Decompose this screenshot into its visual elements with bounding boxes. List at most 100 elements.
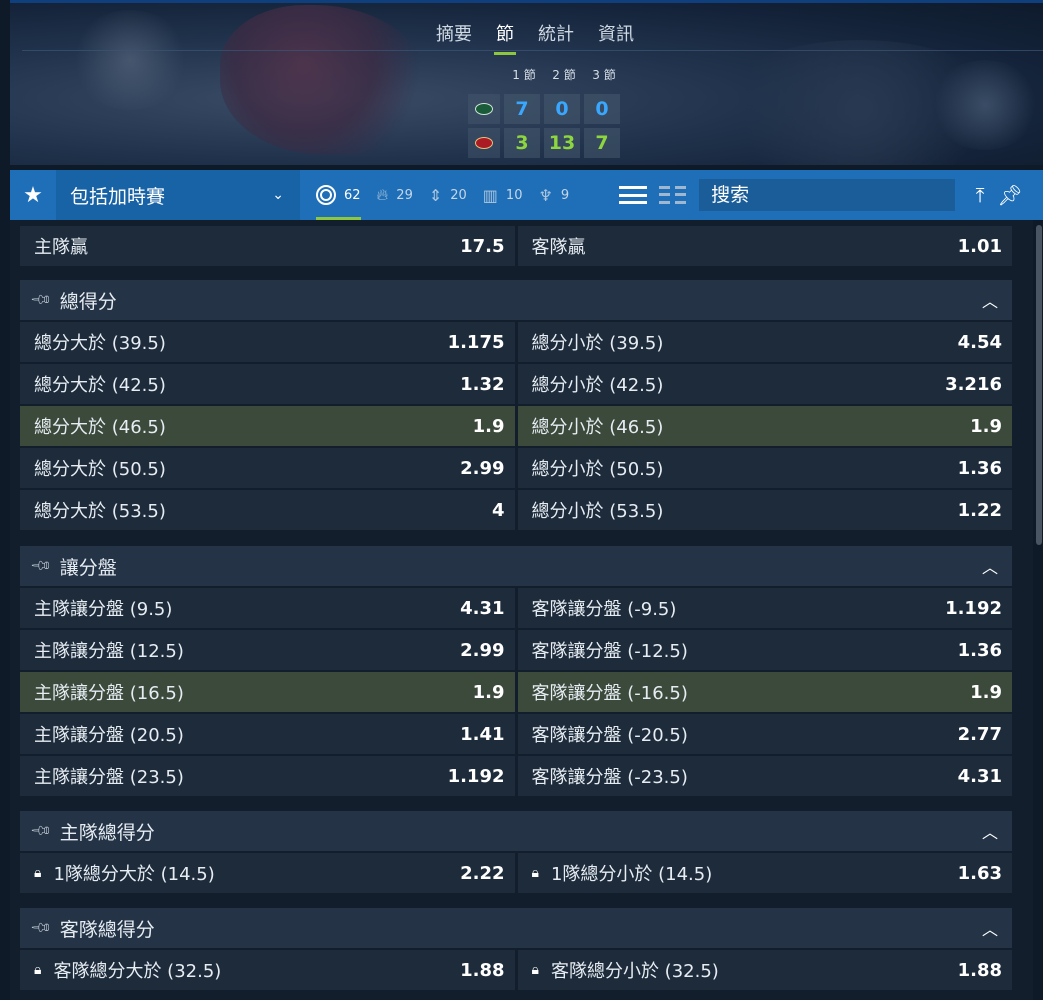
- updown-icon: ⇕: [428, 185, 443, 205]
- tab-special-markets[interactable]: ♆ 9: [538, 170, 569, 220]
- 49ers-logo-icon: [468, 128, 500, 158]
- section-header-total[interactable]: 📌︎ 總得分 ︿: [20, 280, 1012, 320]
- section-title: 總得分: [59, 290, 117, 313]
- selection-label: 總分大於 (39.5): [34, 329, 166, 355]
- pin-icon[interactable]: 📌︎: [29, 819, 53, 843]
- odds-cell[interactable]: 總分小於 (50.5) 1.36: [517, 448, 1012, 488]
- odds-value: 1.22: [957, 499, 1002, 521]
- target-icon: [316, 185, 336, 205]
- chevron-up-icon[interactable]: ︿: [982, 554, 998, 578]
- search-input[interactable]: [711, 184, 956, 206]
- tab-over-under-markets[interactable]: ⇕ 20: [429, 170, 467, 220]
- period-score: 7: [584, 128, 620, 158]
- odds-cell-home-win[interactable]: 主隊贏 17.5: [20, 226, 515, 266]
- odds-cell[interactable]: 總分小於 (53.5) 1.22: [517, 490, 1012, 530]
- odds-cell[interactable]: 總分小於 (42.5) 3.216: [517, 364, 1012, 404]
- market-count: 62: [344, 187, 361, 203]
- selection-text: 主隊讓分盤 (23.5): [34, 767, 184, 788]
- odds-cell[interactable]: 總分大於 (53.5) 4: [20, 490, 515, 530]
- odds-value: 1.88: [957, 959, 1002, 981]
- odds-cell[interactable]: 總分大於 (50.5) 2.99: [20, 448, 515, 488]
- tab-stats[interactable]: 統計: [536, 20, 576, 55]
- lock-icon: 🔒︎: [531, 865, 539, 881]
- tab-stats-markets[interactable]: ▥ 10: [483, 170, 523, 220]
- pin-icon[interactable]: 📌︎: [29, 916, 53, 940]
- pin-icon[interactable]: 📌︎: [29, 288, 53, 312]
- selection-label: 客隊讓分盤 (-9.5): [532, 595, 677, 621]
- collapse-all-icon[interactable]: ⤒: [965, 183, 995, 207]
- tab-info[interactable]: 資訊: [596, 20, 636, 55]
- period-score: 0: [584, 94, 620, 124]
- odds-cell[interactable]: 總分大於 (46.5) 1.9: [20, 406, 515, 446]
- pin-icon[interactable]: 📌︎: [995, 183, 1025, 207]
- tab-periods[interactable]: 節: [494, 20, 516, 55]
- background-image-shape: [220, 5, 430, 155]
- header-top-line: [10, 0, 1043, 3]
- odds-cell[interactable]: 客隊讓分盤 (-23.5) 4.31: [517, 756, 1012, 796]
- odds-cell-away-win[interactable]: 客隊贏 1.01: [517, 226, 1012, 266]
- odds-cell[interactable]: 主隊讓分盤 (16.5) 1.9: [20, 672, 515, 712]
- tab-popular-markets[interactable]: 🔥︎ 29: [377, 170, 413, 220]
- market-row: 主隊讓分盤 (9.5) 4.31 客隊讓分盤 (-9.5) 1.192: [20, 588, 1012, 628]
- market-count: 9: [560, 187, 570, 203]
- selection-text: 總分小於 (50.5): [531, 459, 664, 480]
- odds-cell[interactable]: 🔒︎ 客隊總分小於 (32.5) 1.88: [517, 950, 1012, 990]
- selection-label: 主隊讓分盤 (23.5): [34, 763, 184, 789]
- odds-cell[interactable]: 主隊讓分盤 (12.5) 2.99: [20, 630, 515, 670]
- star-icon[interactable]: ★: [10, 183, 56, 208]
- view-toggle: [619, 186, 687, 204]
- section-header-away-total[interactable]: 📌︎ 客隊總得分 ︿: [20, 908, 1012, 948]
- search-box: [699, 179, 956, 211]
- odds-cell[interactable]: 客隊讓分盤 (-12.5) 1.36: [517, 630, 1012, 670]
- section-title: 讓分盤: [59, 556, 117, 579]
- section-header-home-total[interactable]: 📌︎ 主隊總得分 ︿: [20, 811, 1012, 851]
- odds-cell[interactable]: 總分小於 (39.5) 4.54: [517, 322, 1012, 362]
- chevron-up-icon[interactable]: ︿: [982, 288, 998, 312]
- grid-view-icon[interactable]: [659, 186, 687, 204]
- pin-icon[interactable]: 📌︎: [29, 554, 53, 578]
- odds-cell[interactable]: 主隊讓分盤 (9.5) 4.31: [20, 588, 515, 628]
- odds-cell[interactable]: 客隊讓分盤 (-20.5) 2.77: [517, 714, 1012, 754]
- lock-icon: 🔒︎: [34, 962, 42, 978]
- selection-label: 總分大於 (46.5): [34, 413, 166, 439]
- scrollbar[interactable]: [1036, 225, 1042, 545]
- market-toolbar: ★ 包括加時賽 ⌄ 62 🔥︎ 29 ⇕ 20 ▥ 10 ♆ 9 搜索 ⤒ 📌︎: [10, 170, 1043, 220]
- away-score-row: 3 13 7: [468, 128, 1043, 165]
- selection-label: 總分小於 (50.5): [532, 455, 664, 481]
- odds-cell[interactable]: 🔒︎ 1隊總分大於 (14.5) 2.22: [20, 853, 515, 893]
- chevron-up-icon[interactable]: ︿: [982, 916, 998, 940]
- period-score: 7: [504, 94, 540, 124]
- section-title: 主隊總得分: [59, 821, 155, 844]
- odds-value: 2.77: [957, 723, 1002, 745]
- odds-cell[interactable]: 🔒︎ 1隊總分小於 (14.5) 1.63: [517, 853, 1012, 893]
- selection-label: 客隊讓分盤 (-20.5): [532, 721, 688, 747]
- odds-cell[interactable]: 客隊讓分盤 (-9.5) 1.192: [517, 588, 1012, 628]
- section-header-handicap[interactable]: 📌︎ 讓分盤 ︿: [20, 546, 1012, 586]
- market-row: 主隊讓分盤 (20.5) 1.41 客隊讓分盤 (-20.5) 2.77: [20, 714, 1012, 754]
- odds-cell[interactable]: 總分大於 (39.5) 1.175: [20, 322, 515, 362]
- selection-text: 客隊讓分盤 (-16.5): [531, 683, 688, 704]
- odds-cell[interactable]: 🔒︎ 客隊總分大於 (32.5) 1.88: [20, 950, 515, 990]
- odds-cell[interactable]: 主隊讓分盤 (20.5) 1.41: [20, 714, 515, 754]
- selection-label: 客隊贏: [531, 237, 586, 258]
- selection-label: 客隊讓分盤 (-23.5): [532, 763, 688, 789]
- market-filter-select[interactable]: 包括加時賽 ⌄: [56, 170, 300, 220]
- match-header: 摘要 節 統計 資訊 1 節 2 節 3 節 7 0 0 3 13 7: [10, 0, 1043, 165]
- selection-text: 總分大於 (53.5): [34, 501, 166, 522]
- background-image-shape: [70, 10, 190, 110]
- market-row: 總分大於 (46.5) 1.9 總分小於 (46.5) 1.9: [20, 406, 1012, 446]
- chevron-up-icon[interactable]: ︿: [982, 819, 998, 843]
- odds-cell[interactable]: 總分大於 (42.5) 1.32: [20, 364, 515, 404]
- selection-text: 主隊讓分盤 (20.5): [34, 725, 184, 746]
- tab-summary[interactable]: 摘要: [434, 20, 474, 55]
- list-view-icon[interactable]: [619, 186, 648, 204]
- odds-cell[interactable]: 客隊讓分盤 (-16.5) 1.9: [517, 672, 1012, 712]
- market-count: 29: [396, 187, 413, 203]
- selection-text: 客隊總分大於 (32.5): [53, 961, 222, 982]
- odds-cell[interactable]: 主隊讓分盤 (23.5) 1.192: [20, 756, 515, 796]
- selection-label: 🔒︎ 客隊總分大於 (32.5): [34, 957, 221, 983]
- odds-cell[interactable]: 總分小於 (46.5) 1.9: [517, 406, 1012, 446]
- selection-text: 主隊讓分盤 (9.5): [34, 599, 173, 620]
- odds-value: 1.41: [460, 723, 505, 745]
- tab-all-markets[interactable]: 62: [316, 170, 361, 220]
